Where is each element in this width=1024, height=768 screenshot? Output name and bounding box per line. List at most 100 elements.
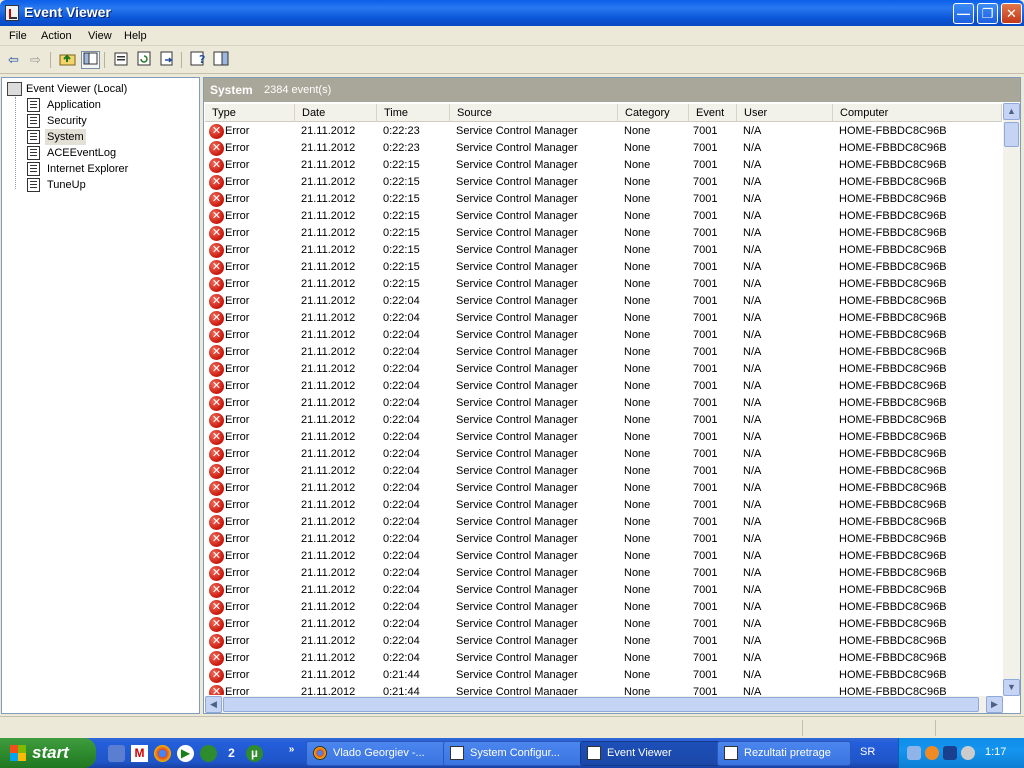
column-header-category[interactable]: Category — [618, 104, 689, 122]
table-row[interactable]: ✕ Error 21.11.2012 0:22:04 Service Control M… — [205, 650, 1002, 667]
menu-action[interactable]: Action — [41, 30, 72, 42]
table-row[interactable]: ✕ Error 21.11.2012 0:22:04 Service Control M… — [205, 633, 1002, 650]
table-row[interactable]: ✕ Error 21.11.2012 0:22:04 Service Control M… — [205, 548, 1002, 565]
refresh-icon[interactable] — [134, 51, 153, 69]
back-icon[interactable]: ⇦ — [4, 51, 23, 69]
table-row[interactable]: ✕ Error 21.11.2012 0:21:44 Service Control M… — [205, 684, 1002, 695]
show-desktop-icon[interactable] — [108, 745, 125, 762]
table-row[interactable]: ✕ Error 21.11.2012 0:22:04 Service Control M… — [205, 412, 1002, 429]
cell-source: Service Control Manager — [456, 652, 578, 664]
table-row[interactable]: ✕ Error 21.11.2012 0:22:15 Service Control M… — [205, 242, 1002, 259]
chrome-icon[interactable] — [154, 745, 171, 762]
table-row[interactable]: ✕ Error 21.11.2012 0:22:23 Service Control M… — [205, 140, 1002, 157]
speaker-icon[interactable] — [961, 746, 975, 760]
cell-category: None — [624, 652, 651, 664]
show-hide-action-pane-icon[interactable] — [211, 51, 230, 69]
cell-source: Service Control Manager — [456, 244, 578, 256]
table-row[interactable]: ✕ Error 21.11.2012 0:22:04 Service Control M… — [205, 616, 1002, 633]
table-row[interactable]: ✕ Error 21.11.2012 0:22:04 Service Control M… — [205, 310, 1002, 327]
media-player-icon[interactable]: ▶ — [177, 745, 194, 762]
table-row[interactable]: ✕ Error 21.11.2012 0:22:15 Service Control M… — [205, 191, 1002, 208]
quick-launch-two-icon[interactable]: 2 — [223, 745, 240, 762]
torrent-icon[interactable] — [200, 745, 217, 762]
table-row[interactable]: ✕ Error 21.11.2012 0:22:04 Service Control M… — [205, 463, 1002, 480]
error-icon: ✕ — [209, 362, 224, 377]
cell-type: Error — [225, 669, 250, 681]
quick-launch-expand-icon[interactable]: » — [283, 741, 300, 758]
utorrent-icon[interactable]: µ — [246, 745, 263, 762]
column-header-computer[interactable]: Computer — [833, 104, 1002, 122]
table-row[interactable]: ✕ Error 21.11.2012 0:22:04 Service Control M… — [205, 395, 1002, 412]
forward-icon[interactable]: ⇨ — [26, 51, 45, 69]
taskbar-button-event-viewer[interactable]: Event Viewer — [580, 741, 730, 766]
table-row[interactable]: ✕ Error 21.11.2012 0:22:04 Service Control M… — [205, 599, 1002, 616]
table-row[interactable]: ✕ Error 21.11.2012 0:22:04 Service Control M… — [205, 497, 1002, 514]
column-header-time[interactable]: Time — [377, 104, 450, 122]
export-list-icon[interactable] — [157, 51, 176, 69]
scroll-left-icon[interactable]: ◀ — [205, 696, 222, 713]
taskbar-button-rezultati-pretrage[interactable]: Rezultati pretrage — [717, 741, 851, 766]
help-icon[interactable]: ? — [188, 51, 207, 69]
close-button[interactable]: ✕ — [1001, 3, 1022, 24]
table-row[interactable]: ✕ Error 21.11.2012 0:22:15 Service Control M… — [205, 208, 1002, 225]
table-row[interactable]: ✕ Error 21.11.2012 0:21:44 Service Control M… — [205, 667, 1002, 684]
table-row[interactable]: ✕ Error 21.11.2012 0:22:04 Service Control M… — [205, 565, 1002, 582]
scroll-down-icon[interactable]: ▼ — [1003, 679, 1020, 696]
table-row[interactable]: ✕ Error 21.11.2012 0:22:04 Service Control M… — [205, 429, 1002, 446]
taskbar-button-chrome[interactable]: Vlado Georgiev -... — [306, 741, 456, 766]
cell-category: None — [624, 584, 651, 596]
table-row[interactable]: ✕ Error 21.11.2012 0:22:04 Service Control M… — [205, 582, 1002, 599]
table-row[interactable]: ✕ Error 21.11.2012 0:22:23 Service Control M… — [205, 123, 1002, 140]
title-bar[interactable]: Event Viewer — ❐ ✕ — [0, 0, 1024, 26]
table-row[interactable]: ✕ Error 21.11.2012 0:22:15 Service Control M… — [205, 259, 1002, 276]
table-row[interactable]: ✕ Error 21.11.2012 0:22:04 Service Control M… — [205, 531, 1002, 548]
maximize-button[interactable]: ❐ — [977, 3, 998, 24]
network-icon[interactable] — [907, 746, 921, 760]
column-header-source[interactable]: Source — [450, 104, 618, 122]
horizontal-scroll-thumb[interactable] — [223, 697, 979, 712]
properties-icon[interactable] — [111, 51, 130, 69]
table-row[interactable]: ✕ Error 21.11.2012 0:22:04 Service Control M… — [205, 361, 1002, 378]
cell-time: 0:22:04 — [383, 618, 420, 630]
language-indicator[interactable]: SR — [860, 746, 875, 758]
avast-icon[interactable] — [925, 746, 939, 760]
cell-time: 0:22:04 — [383, 465, 420, 477]
cell-source: Service Control Manager — [456, 567, 578, 579]
menu-file[interactable]: File — [9, 30, 27, 42]
scroll-up-icon[interactable]: ▲ — [1003, 103, 1020, 120]
gmail-icon[interactable]: M — [131, 745, 148, 762]
column-header-date[interactable]: Date — [295, 104, 377, 122]
cell-category: None — [624, 176, 651, 188]
shield-icon[interactable] — [943, 746, 957, 760]
table-row[interactable]: ✕ Error 21.11.2012 0:22:04 Service Control M… — [205, 378, 1002, 395]
horizontal-scrollbar[interactable]: ◀ ▶ — [205, 696, 1003, 713]
table-row[interactable]: ✕ Error 21.11.2012 0:22:04 Service Control M… — [205, 446, 1002, 463]
table-row[interactable]: ✕ Error 21.11.2012 0:22:04 Service Control M… — [205, 293, 1002, 310]
column-header-event[interactable]: Event — [689, 104, 737, 122]
start-button[interactable]: start — [0, 738, 96, 768]
menu-help[interactable]: Help — [124, 30, 147, 42]
cell-user: N/A — [743, 193, 762, 205]
table-row[interactable]: ✕ Error 21.11.2012 0:22:04 Service Control M… — [205, 327, 1002, 344]
column-header-type[interactable]: Type — [205, 104, 295, 122]
minimize-button[interactable]: — — [953, 3, 974, 24]
table-row[interactable]: ✕ Error 21.11.2012 0:22:04 Service Control M… — [205, 514, 1002, 531]
status-segment — [935, 720, 936, 736]
table-row[interactable]: ✕ Error 21.11.2012 0:22:15 Service Control M… — [205, 157, 1002, 174]
table-row[interactable]: ✕ Error 21.11.2012 0:22:15 Service Control M… — [205, 225, 1002, 242]
vertical-scrollbar[interactable]: ▲ ▼ — [1003, 103, 1020, 696]
show-hide-tree-icon[interactable] — [81, 51, 100, 69]
scroll-right-icon[interactable]: ▶ — [986, 696, 1003, 713]
column-header-user[interactable]: User — [737, 104, 833, 122]
taskbar-button-system-configuration[interactable]: System Configur... — [443, 741, 593, 766]
table-row[interactable]: ✕ Error 21.11.2012 0:22:04 Service Control M… — [205, 480, 1002, 497]
cell-time: 0:21:44 — [383, 686, 420, 695]
cell-source: Service Control Manager — [456, 312, 578, 324]
table-row[interactable]: ✕ Error 21.11.2012 0:22:15 Service Control M… — [205, 276, 1002, 293]
up-one-level-icon[interactable] — [58, 51, 77, 69]
table-row[interactable]: ✕ Error 21.11.2012 0:22:04 Service Control M… — [205, 344, 1002, 361]
vertical-scroll-thumb[interactable] — [1004, 122, 1019, 147]
table-row[interactable]: ✕ Error 21.11.2012 0:22:15 Service Control M… — [205, 174, 1002, 191]
menu-view[interactable]: View — [88, 30, 112, 42]
cell-category: None — [624, 278, 651, 290]
